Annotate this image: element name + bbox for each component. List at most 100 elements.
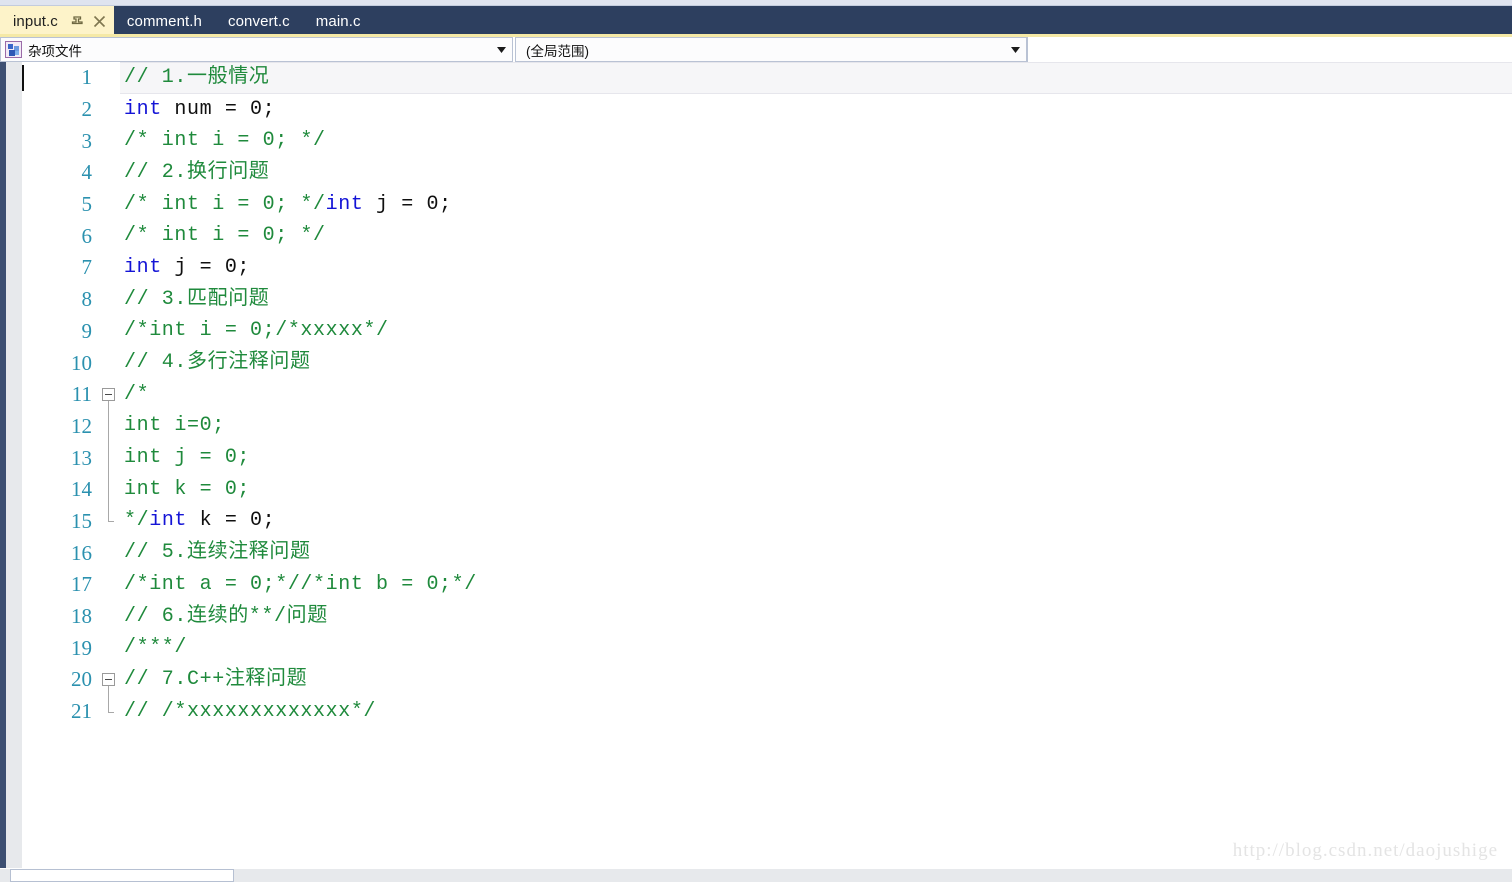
code-text: int i=0; — [124, 416, 225, 436]
fold-marker[interactable] — [98, 695, 120, 728]
code-line[interactable]: 19 /***/ — [22, 632, 1512, 664]
code-line-content[interactable]: /*int i = 0;/*xxxxx*/ — [120, 316, 1512, 348]
collapse-minus-icon[interactable] — [102, 387, 115, 401]
editor-tab-input-c[interactable]: input.c — [0, 6, 114, 37]
code-text: /* int i = 0; */ — [124, 226, 326, 246]
code-line[interactable]: 21 // /*xxxxxxxxxxxxx*/ — [22, 695, 1512, 728]
code-line[interactable]: 7 int j = 0; — [22, 252, 1512, 284]
code-line-content[interactable]: // 7.C++注释问题 — [120, 664, 1512, 696]
close-icon[interactable] — [92, 14, 107, 29]
code-line-content[interactable]: // /*xxxxxxxxxxxxx*/ — [120, 696, 1512, 728]
code-text: /*int a = 0;*//*int b = 0;*/ — [124, 574, 477, 595]
fold-marker[interactable] — [98, 473, 120, 506]
code-token-kw: int — [149, 509, 188, 533]
line-number: 17 — [71, 572, 92, 597]
line-number: 7 — [81, 255, 93, 280]
code-text: // 1.一般情况 — [124, 65, 270, 89]
line-number: 4 — [81, 160, 93, 185]
fold-marker[interactable] — [98, 410, 120, 443]
code-token-cmt: // 6.连续的**/问题 — [124, 604, 328, 628]
code-line-content[interactable]: /* int i = 0; */int j = 0; — [120, 189, 1512, 221]
code-line-content[interactable]: // 5.连续注释问题 — [120, 537, 1512, 569]
code-lines-area[interactable]: 1 // 1.一般情况 2 int num = 0; 3 /* int i = 0; */… — [22, 62, 1512, 868]
code-text: int j = 0; — [124, 257, 250, 278]
collapse-minus-icon[interactable] — [102, 672, 115, 686]
fold-marker[interactable] — [98, 505, 120, 538]
fold-margin — [98, 189, 120, 221]
code-line[interactable]: 14 int k = 0; — [22, 473, 1512, 506]
code-line-content[interactable]: /* int i = 0; */ — [120, 220, 1512, 252]
code-line[interactable]: 17 /*int a = 0;*//*int b = 0;*/ — [22, 569, 1512, 601]
code-line[interactable]: 4 // 2.换行问题 — [22, 157, 1512, 189]
horizontal-scrollbar[interactable] — [0, 868, 1512, 882]
code-line[interactable]: 11 /* — [22, 379, 1512, 411]
fold-margin — [98, 220, 120, 252]
code-line[interactable]: 3 /* int i = 0; */ — [22, 125, 1512, 157]
editor-tab-comment-h[interactable]: comment.h — [114, 6, 215, 37]
line-number: 8 — [81, 287, 93, 312]
fold-marker[interactable] — [98, 379, 120, 411]
code-text: int k = 0; — [124, 479, 250, 500]
editor-tab-main-c[interactable]: main.c — [303, 6, 374, 37]
code-line-content[interactable]: */int k = 0; — [120, 506, 1512, 538]
line-number: 9 — [81, 318, 93, 343]
line-number: 10 — [71, 350, 92, 375]
code-text: /* int i = 0; */ — [124, 131, 326, 151]
code-line[interactable]: 10 // 4.多行注释问题 — [22, 347, 1512, 379]
code-line-content[interactable]: // 3.匹配问题 — [120, 284, 1512, 316]
fold-margin — [98, 601, 120, 633]
fold-guide-line — [108, 695, 109, 712]
code-line[interactable]: 20 // 7.C++注释问题 — [22, 664, 1512, 696]
code-line[interactable]: 8 // 3.匹配问题 — [22, 284, 1512, 316]
code-token-cmt: */ — [124, 509, 150, 533]
code-line-content[interactable]: // 1.一般情况 — [22, 62, 1512, 94]
code-token-cmt: // 1.一般情况 — [124, 65, 270, 89]
fold-guide-line — [108, 505, 109, 522]
chevron-down-icon[interactable] — [493, 46, 509, 53]
code-line-content[interactable]: /* int i = 0; */ — [120, 125, 1512, 157]
miscellaneous-files-icon — [5, 41, 22, 58]
code-line-content[interactable]: int k = 0; — [120, 474, 1512, 506]
code-line-content[interactable]: /***/ — [120, 632, 1512, 664]
code-editor[interactable]: 1 // 1.一般情况 2 int num = 0; 3 /* int i = 0; */… — [0, 62, 1512, 868]
fold-marker[interactable] — [98, 442, 120, 474]
chevron-down-icon[interactable] — [1007, 46, 1023, 53]
code-line[interactable]: 13 int j = 0; — [22, 442, 1512, 474]
code-line[interactable]: 5 /* int i = 0; */int j = 0; — [22, 189, 1512, 221]
code-line[interactable]: 12 int i=0; — [22, 410, 1512, 443]
line-number: 20 — [71, 667, 92, 692]
code-token-id: k = 0; — [187, 509, 276, 533]
code-line[interactable]: 2 int num = 0; — [22, 94, 1512, 126]
code-line[interactable]: 15 */int k = 0; — [22, 505, 1512, 538]
code-line[interactable]: 6 /* int i = 0; */ — [22, 220, 1512, 252]
code-line-content[interactable]: // 6.连续的**/问题 — [120, 601, 1512, 633]
fold-guide-end — [108, 521, 114, 523]
project-dropdown[interactable]: 杂项文件 — [0, 37, 513, 62]
code-line[interactable]: 18 // 6.连续的**/问题 — [22, 601, 1512, 633]
code-line[interactable]: 1 // 1.一般情况 — [22, 62, 1512, 94]
navigation-bar: 杂项文件 (全局范围) — [0, 37, 1512, 62]
selection-margin[interactable] — [6, 62, 22, 868]
line-number: 11 — [71, 382, 92, 407]
code-line-content[interactable]: int j = 0; — [120, 252, 1512, 284]
fold-marker[interactable] — [98, 664, 120, 696]
code-line-content[interactable]: int num = 0; — [120, 94, 1512, 126]
code-line-content[interactable]: int j = 0; — [120, 442, 1512, 474]
line-number: 2 — [81, 97, 93, 122]
scope-dropdown[interactable]: (全局范围) — [515, 37, 1027, 62]
editor-tab-convert-c[interactable]: convert.c — [215, 6, 303, 37]
code-line-content[interactable]: // 4.多行注释问题 — [120, 347, 1512, 379]
pin-icon[interactable] — [70, 14, 85, 29]
horizontal-scrollbar-thumb[interactable] — [10, 869, 234, 882]
code-text: // 4.多行注释问题 — [124, 353, 311, 373]
code-line-content[interactable]: /* — [120, 379, 1512, 411]
line-number: 3 — [81, 128, 93, 153]
code-token-cmt: // 5.连续注释问题 — [124, 541, 311, 565]
code-line[interactable]: 9 /*int i = 0;/*xxxxx*/ — [22, 316, 1512, 348]
code-line[interactable]: 16 // 5.连续注释问题 — [22, 537, 1512, 569]
code-line-content[interactable]: int i=0; — [120, 411, 1512, 443]
code-line-content[interactable]: /*int a = 0;*//*int b = 0;*/ — [120, 569, 1512, 601]
editor-tab-label: input.c — [13, 13, 58, 30]
code-line-content[interactable]: // 2.换行问题 — [120, 157, 1512, 189]
tab-bar-empty-space — [373, 6, 1512, 37]
